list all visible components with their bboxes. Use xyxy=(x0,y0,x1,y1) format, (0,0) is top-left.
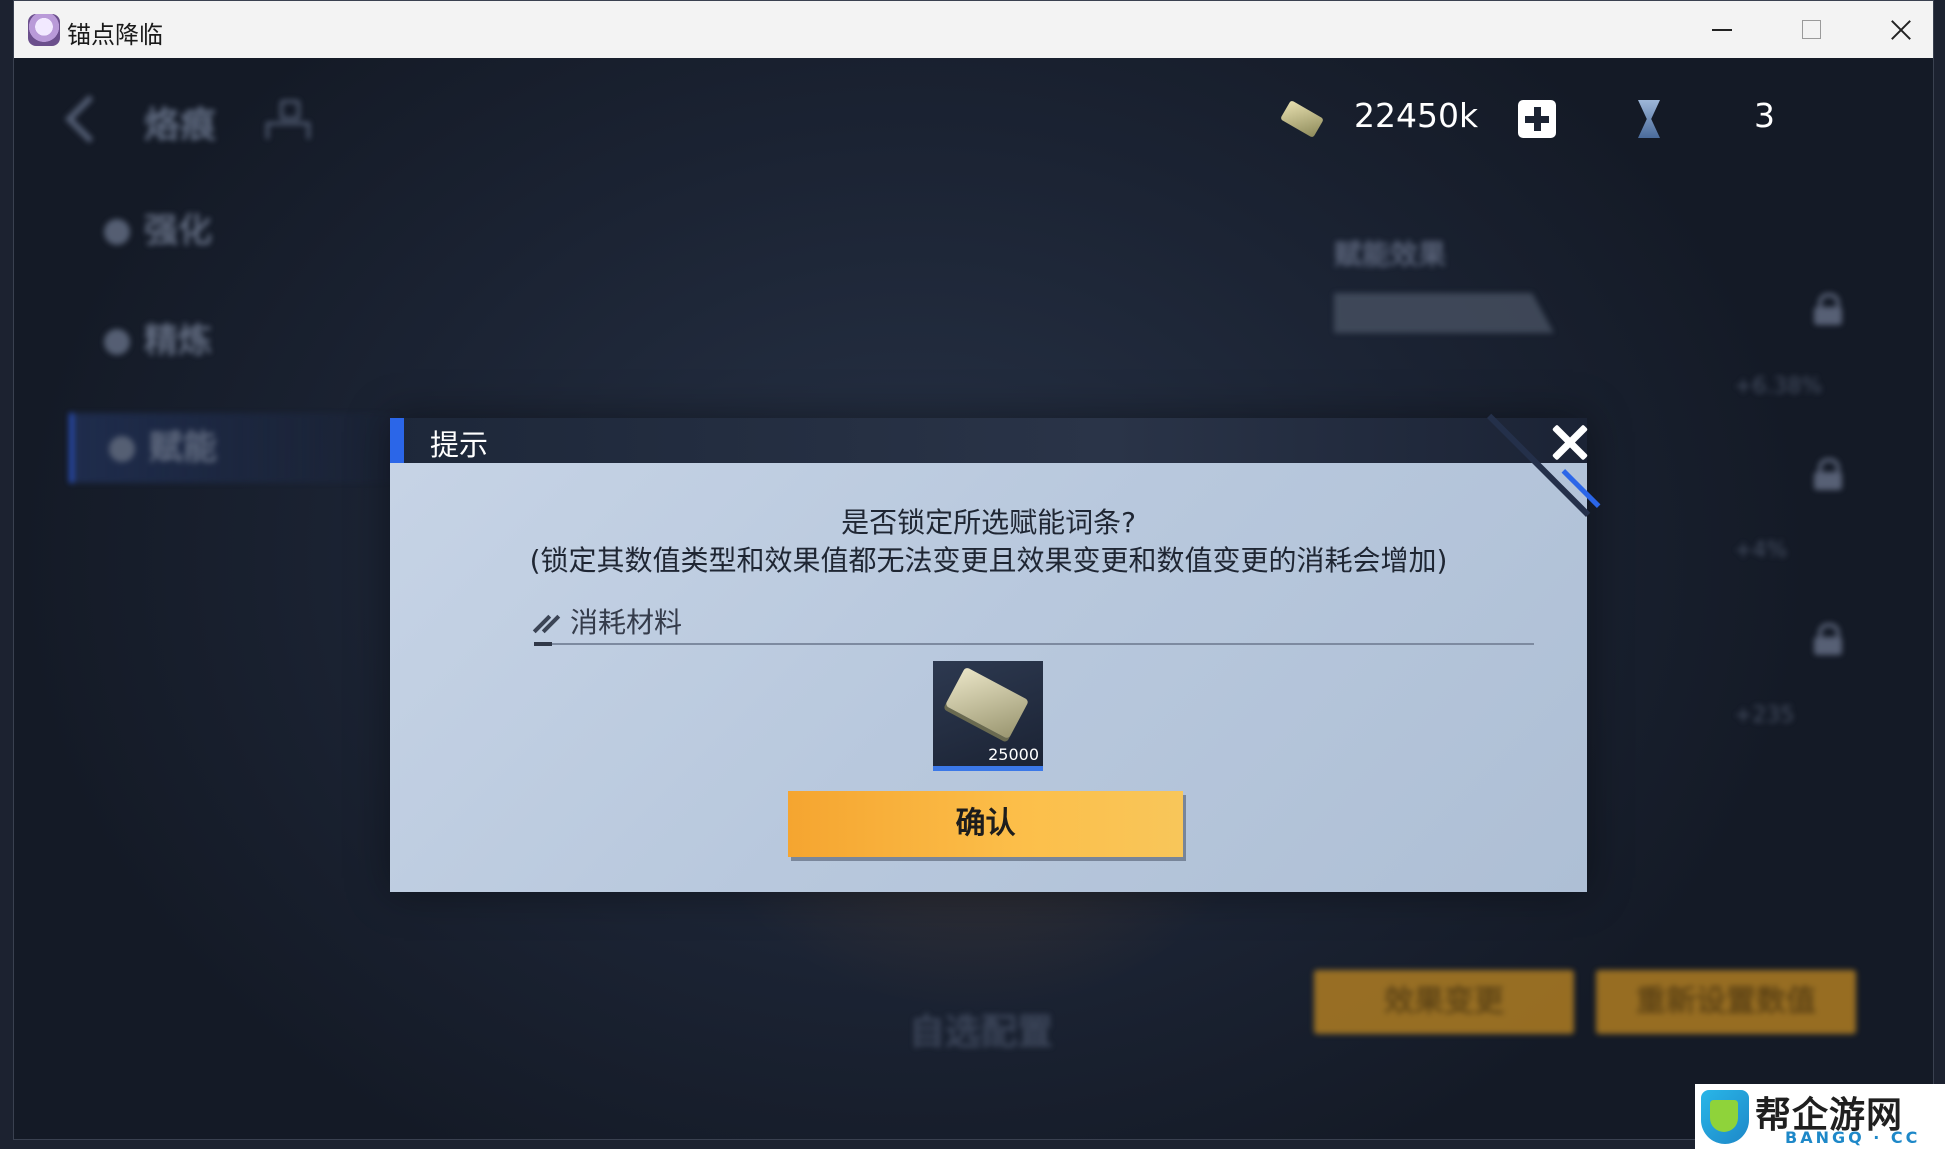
game-viewport: 烙痕 强化 精炼 赋能 赋能效果 +6.38% +4% +235 效果变更 重新… xyxy=(14,58,1933,1139)
effect-value: +235 xyxy=(1734,703,1795,728)
back-arrow-icon[interactable] xyxy=(64,98,104,138)
reset-values-button[interactable]: 重新设置数值 xyxy=(1596,970,1856,1034)
app-window: 锚点降临 烙痕 强化 精炼 赋能 赋能效果 +6.38% +4% +235 效果… xyxy=(13,0,1934,1140)
tree-icon[interactable] xyxy=(264,100,310,140)
material-item[interactable]: 25000 xyxy=(933,661,1043,771)
money-icon xyxy=(1279,100,1329,138)
sidebar-item-label: 精炼 xyxy=(144,321,212,361)
dialog-header: 提示 xyxy=(390,418,1587,463)
sidebar-item-strengthen[interactable]: 强化 xyxy=(104,203,212,252)
section-divider xyxy=(534,642,1534,646)
lock-icon[interactable] xyxy=(1814,623,1842,655)
watermark-sub: BANGQ · CC xyxy=(1785,1128,1921,1147)
add-money-button[interactable] xyxy=(1518,100,1556,138)
change-effect-button[interactable]: 效果变更 xyxy=(1314,970,1574,1034)
question-line-1: 是否锁定所选赋能词条? xyxy=(841,506,1136,539)
nav-title: 烙痕 xyxy=(144,105,217,146)
maximize-button[interactable] xyxy=(1764,1,1854,58)
watermark-logo: 帮企游网 BANGQ · CC xyxy=(1695,1084,1945,1149)
question-line-2: (锁定其数值类型和效果值都无法变更且效果变更和数值变更的消耗会增加) xyxy=(529,544,1448,577)
item-quantity: 25000 xyxy=(988,745,1039,764)
sidebar-item-label: 强化 xyxy=(144,211,212,251)
money-stack-icon xyxy=(944,666,1030,740)
minimize-button[interactable] xyxy=(1674,1,1764,58)
dialog-message: 是否锁定所选赋能词条? (锁定其数值类型和效果值都无法变更且效果变更和数值变更的… xyxy=(390,504,1587,580)
title-bar: 锚点降临 xyxy=(14,1,1933,58)
slash-icon xyxy=(534,613,558,635)
refine-icon xyxy=(104,329,130,355)
custom-config-label[interactable]: 自选配置 xyxy=(909,1003,1053,1055)
lock-icon[interactable] xyxy=(1814,458,1842,490)
sidebar-item-refine[interactable]: 精炼 xyxy=(104,313,212,362)
lock-icon[interactable] xyxy=(1814,293,1842,325)
sidebar-item-empower[interactable]: 赋能 xyxy=(69,413,399,483)
header-accent xyxy=(390,418,404,463)
materials-label: 消耗材料 xyxy=(570,606,683,639)
strengthen-icon xyxy=(104,219,130,245)
window-close-button[interactable] xyxy=(1854,1,1933,58)
hourglass-icon xyxy=(1634,98,1664,140)
effects-title: 赋能效果 xyxy=(1334,238,1447,271)
dialog-title: 提示 xyxy=(430,428,489,462)
hourglass-count: 3 xyxy=(1754,96,1775,135)
confirm-button[interactable]: 确认 xyxy=(788,791,1183,857)
dialog-close-icon[interactable] xyxy=(1540,413,1600,473)
shield-icon xyxy=(1701,1090,1749,1144)
window-title: 锚点降临 xyxy=(67,21,163,49)
corner-accent xyxy=(1561,469,1601,508)
materials-section: 消耗材料 xyxy=(534,601,1534,641)
app-icon xyxy=(28,14,60,46)
level-chip xyxy=(1334,293,1554,333)
effect-value: +4% xyxy=(1734,538,1788,563)
effect-value: +6.38% xyxy=(1734,374,1823,399)
lock-confirm-dialog: 提示 是否锁定所选赋能词条? (锁定其数值类型和效果值都无法变更且效果变更和数值… xyxy=(390,413,1601,892)
sidebar-item-label: 赋能 xyxy=(149,428,217,468)
crown-icon xyxy=(109,436,135,462)
money-amount: 22450k xyxy=(1354,96,1479,135)
